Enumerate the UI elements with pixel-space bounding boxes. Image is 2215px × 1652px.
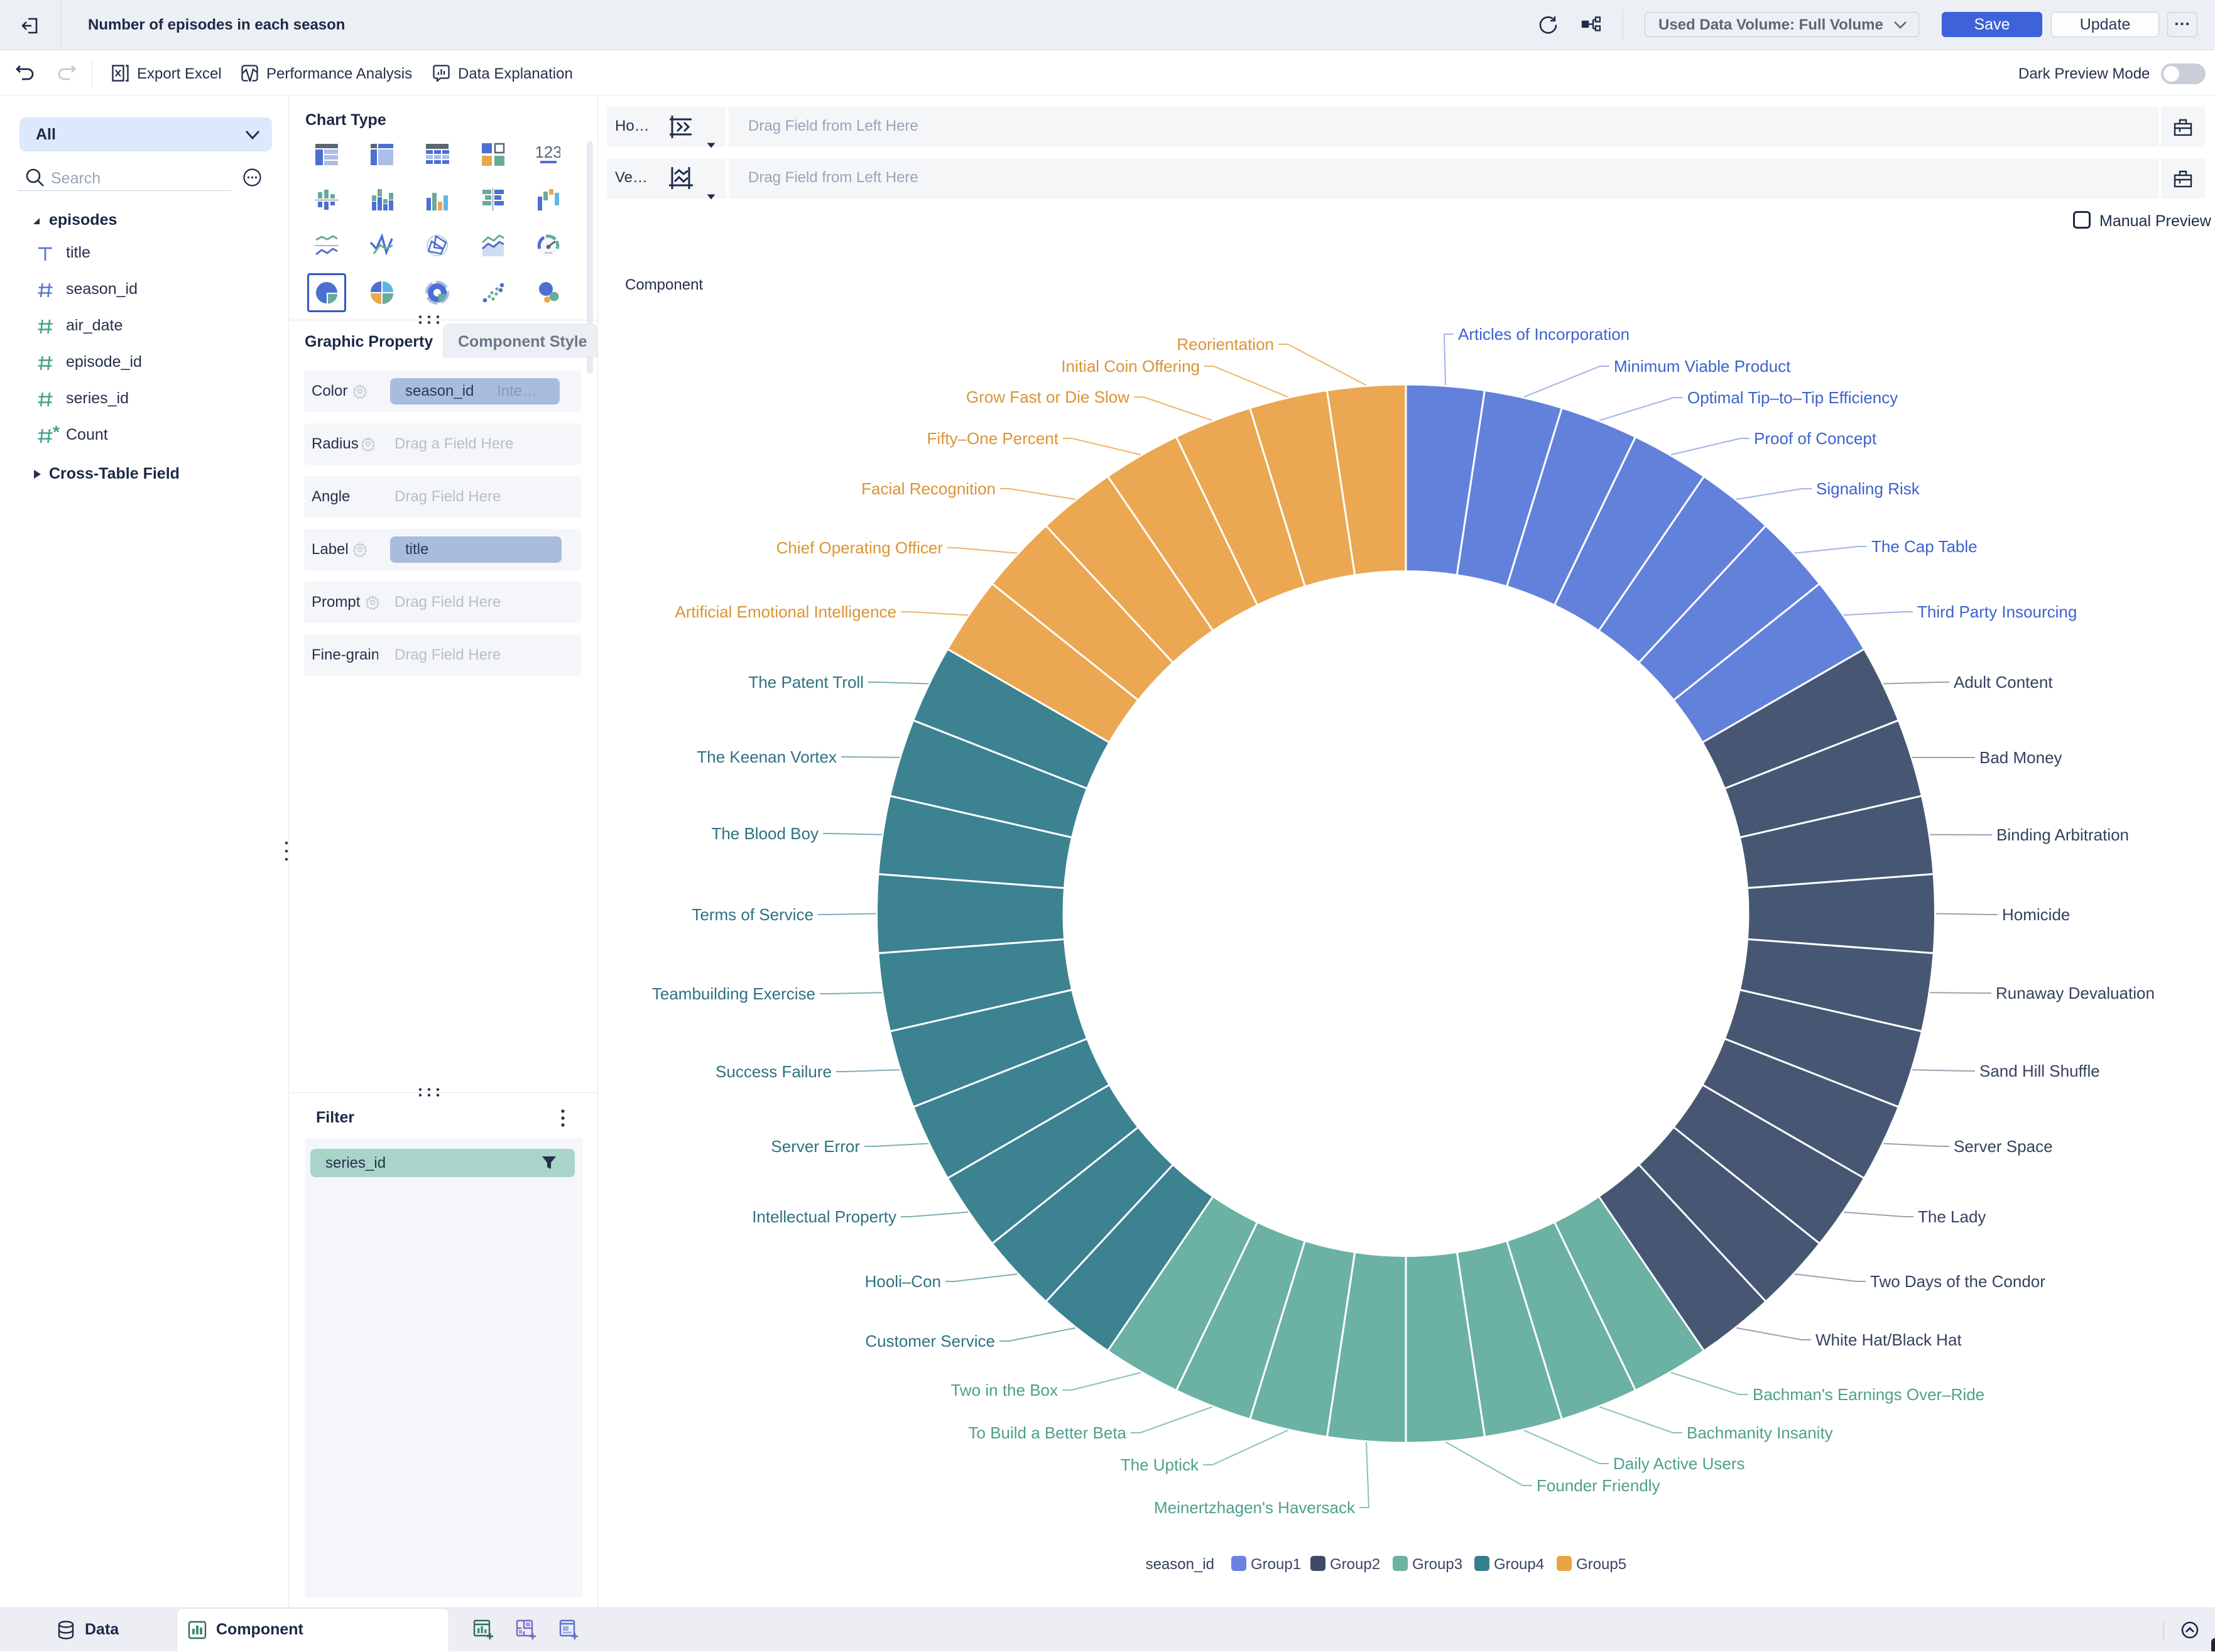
svg-text:Chief Operating Officer: Chief Operating Officer: [776, 538, 944, 557]
svg-text:Initial Coin Offering: Initial Coin Offering: [1061, 357, 1200, 376]
svg-text:Server Space: Server Space: [1954, 1137, 2053, 1156]
svg-text:Group5: Group5: [1576, 1556, 1626, 1573]
svg-text:Founder Friendly: Founder Friendly: [1537, 1476, 1660, 1495]
svg-text:Group1: Group1: [1251, 1556, 1301, 1573]
svg-text:Bachmanity Insanity: Bachmanity Insanity: [1687, 1423, 1833, 1442]
svg-text:Runaway Devaluation: Runaway Devaluation: [1996, 984, 2155, 1003]
svg-text:Third Party Insourcing: Third Party Insourcing: [1917, 602, 2077, 621]
svg-text:Server Error: Server Error: [771, 1137, 860, 1156]
svg-text:Artificial Emotional Intellige: Artificial Emotional Intelligence: [675, 602, 896, 621]
svg-text:season_id: season_id: [1146, 1556, 1214, 1573]
svg-text:Minimum Viable Product: Minimum Viable Product: [1614, 357, 1791, 376]
svg-text:Signaling Risk: Signaling Risk: [1816, 479, 1920, 498]
svg-text:Group3: Group3: [1412, 1556, 1462, 1573]
svg-text:Homicide: Homicide: [2002, 905, 2070, 924]
svg-text:Adult Content: Adult Content: [1954, 673, 2053, 692]
svg-text:Success Failure: Success Failure: [716, 1062, 832, 1081]
svg-text:Terms of Service: Terms of Service: [692, 905, 814, 924]
svg-text:Optimal Tip–to–Tip Efficiency: Optimal Tip–to–Tip Efficiency: [1687, 388, 1898, 407]
svg-text:Bachman's Earnings Over–Ride: Bachman's Earnings Over–Ride: [1753, 1385, 1984, 1404]
svg-text:The Lady: The Lady: [1918, 1207, 1986, 1226]
svg-text:The Uptick: The Uptick: [1121, 1455, 1199, 1474]
svg-text:To Build a Better Beta: To Build a Better Beta: [969, 1423, 1127, 1442]
svg-text:Articles of Incorporation: Articles of Incorporation: [1458, 325, 1630, 344]
svg-text:Binding Arbitration: Binding Arbitration: [1996, 825, 2129, 844]
svg-text:Two Days of the Condor: Two Days of the Condor: [1870, 1272, 2045, 1291]
svg-text:Daily Active Users: Daily Active Users: [1613, 1454, 1745, 1473]
svg-text:Reorientation: Reorientation: [1177, 335, 1274, 354]
svg-text:Group4: Group4: [1494, 1556, 1544, 1573]
svg-text:The Blood Boy: The Blood Boy: [711, 824, 819, 843]
svg-text:The Keenan Vortex: The Keenan Vortex: [697, 747, 837, 766]
svg-text:Intellectual Property: Intellectual Property: [752, 1207, 896, 1226]
svg-text:Fifty–One Percent: Fifty–One Percent: [927, 429, 1059, 448]
svg-text:Meinertzhagen's Haversack: Meinertzhagen's Haversack: [1154, 1498, 1356, 1517]
svg-text:Facial Recognition: Facial Recognition: [861, 479, 996, 498]
svg-text:Two in the Box: Two in the Box: [950, 1381, 1058, 1399]
svg-text:White Hat/Black Hat: White Hat/Black Hat: [1815, 1330, 1962, 1349]
svg-text:Group2: Group2: [1330, 1556, 1380, 1573]
svg-text:The Patent Troll: The Patent Troll: [748, 673, 864, 692]
svg-text:Sand Hill Shuffle: Sand Hill Shuffle: [1979, 1062, 2100, 1080]
svg-text:Proof of Concept: Proof of Concept: [1754, 429, 1877, 448]
svg-text:Customer Service: Customer Service: [865, 1332, 995, 1350]
svg-text:Hooli–Con: Hooli–Con: [865, 1272, 941, 1291]
svg-text:Grow Fast or Die Slow: Grow Fast or Die Slow: [966, 388, 1129, 406]
svg-text:Bad Money: Bad Money: [1979, 748, 2062, 767]
svg-text:Teambuilding Exercise: Teambuilding Exercise: [652, 984, 815, 1003]
svg-text:The Cap Table: The Cap Table: [1871, 537, 1978, 556]
